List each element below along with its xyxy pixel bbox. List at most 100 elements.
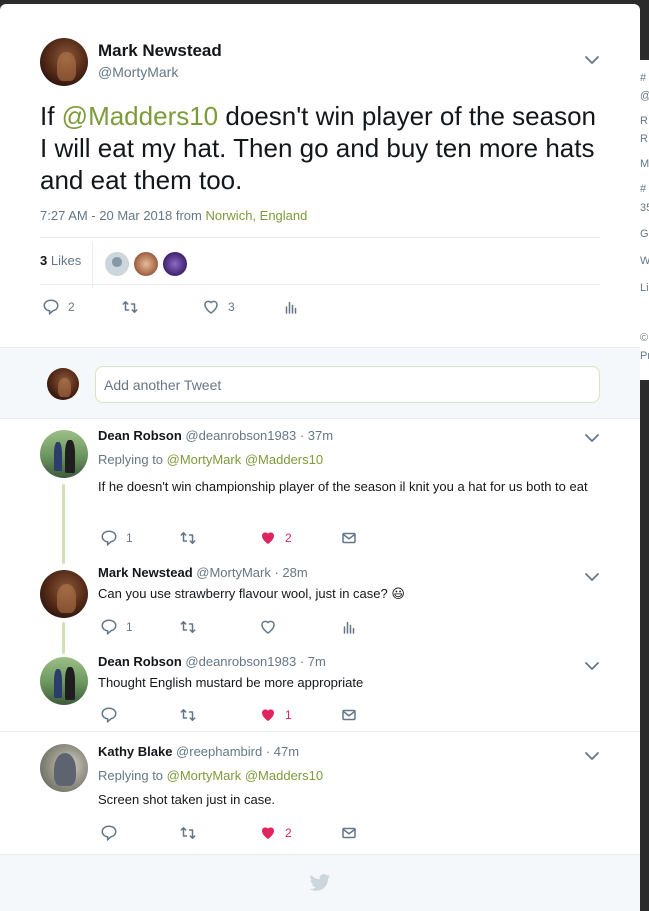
reply-author-name: Dean Robson <box>98 428 182 443</box>
analytics-button[interactable] <box>282 298 300 316</box>
reply-avatar[interactable] <box>40 657 88 705</box>
envelope-icon <box>342 709 356 721</box>
replying-prefix: Replying to <box>98 768 167 783</box>
likes-label: Likes <box>47 253 82 268</box>
reply-avatar[interactable] <box>40 744 88 792</box>
reply-text: Can you use strawberry flavour wool, jus… <box>98 586 405 601</box>
mention-link[interactable]: @Madders10 <box>62 101 218 131</box>
bg-letter: © <box>640 332 649 344</box>
bg-letter: G <box>640 228 649 240</box>
author-name[interactable]: Mark Newstead <box>98 41 222 61</box>
bg-letter: R <box>640 133 648 145</box>
add-tweet-input[interactable]: Add another Tweet <box>95 366 600 403</box>
bg-letter: @ <box>640 90 649 102</box>
reply-icon <box>101 825 117 842</box>
thread-connector <box>62 622 65 654</box>
author-avatar[interactable] <box>40 38 88 86</box>
chevron-down-icon[interactable] <box>584 658 600 674</box>
bg-letter: R <box>640 115 648 127</box>
reply-button[interactable] <box>100 706 118 724</box>
liker-avatar[interactable] <box>134 252 158 276</box>
divider <box>40 237 600 238</box>
like-count: 2 <box>285 826 292 840</box>
chevron-down-icon[interactable] <box>584 748 600 764</box>
message-button[interactable] <box>340 824 358 842</box>
reply-author[interactable]: Dean Robson @deanrobson1983 · 37m <box>98 428 333 443</box>
like-button[interactable]: 2 <box>259 529 292 547</box>
reply-button[interactable]: 1 <box>100 529 133 547</box>
chevron-down-icon[interactable] <box>584 569 600 585</box>
reply-author[interactable]: Dean Robson @deanrobson1983 · 7m <box>98 654 326 669</box>
like-button[interactable] <box>259 618 277 636</box>
heart-filled-icon <box>262 532 274 544</box>
divider <box>40 284 600 285</box>
like-count: 1 <box>285 708 292 722</box>
reply-count: 1 <box>126 531 133 545</box>
bg-letter: Pr <box>640 350 649 362</box>
message-button[interactable] <box>340 706 358 724</box>
message-button[interactable] <box>340 529 358 547</box>
analytics-button[interactable] <box>340 618 358 636</box>
like-count: 3 <box>228 300 235 314</box>
bg-letter: # <box>640 72 647 84</box>
tweet-location[interactable]: Norwich, England <box>205 208 307 223</box>
reply-icon <box>101 530 117 547</box>
heart-icon <box>204 300 218 314</box>
analytics-icon <box>343 621 355 634</box>
reply-text: If he doesn't win championship player of… <box>98 479 588 494</box>
reply-author-handle: @MortyMark · 28m <box>196 565 308 580</box>
liker-avatar[interactable] <box>163 252 187 276</box>
reply-button[interactable] <box>100 824 118 842</box>
envelope-icon <box>342 532 356 544</box>
likes-count[interactable]: 3 Likes <box>40 253 81 268</box>
retweet-button[interactable] <box>121 298 139 316</box>
reply-avatar[interactable] <box>40 430 88 478</box>
reply-icon <box>101 619 117 636</box>
reply-author-name: Mark Newstead <box>98 565 193 580</box>
reply-button[interactable]: 1 <box>100 618 133 636</box>
modal-footer <box>0 854 640 911</box>
bg-letter: # <box>640 183 647 195</box>
reply-avatar[interactable] <box>40 570 88 618</box>
reply-icon <box>101 707 117 724</box>
tweet-text-start: If <box>40 101 62 131</box>
retweet-icon <box>180 621 196 633</box>
chevron-down-icon[interactable] <box>584 52 600 68</box>
retweet-icon <box>180 532 196 544</box>
like-button[interactable]: 3 <box>202 298 235 316</box>
reply-text: Thought English mustard be more appropri… <box>98 675 364 690</box>
tweet-text: If @Madders10 doesn't win player of the … <box>40 100 610 196</box>
retweet-button[interactable] <box>179 706 197 724</box>
tweet-timestamp[interactable]: 7:27 AM - 20 Mar 2018 from <box>40 208 205 223</box>
reply-icon <box>43 299 59 316</box>
retweet-icon <box>180 827 196 839</box>
liker-avatar[interactable] <box>105 252 129 276</box>
replying-prefix: Replying to <box>98 452 167 467</box>
like-button[interactable]: 2 <box>259 824 292 842</box>
reply-author[interactable]: Mark Newstead @MortyMark · 28m <box>98 565 308 580</box>
heart-filled-icon <box>262 827 274 839</box>
divider <box>92 242 93 288</box>
retweet-icon <box>122 301 138 313</box>
chevron-down-icon[interactable] <box>584 430 600 446</box>
retweet-button[interactable] <box>179 529 197 547</box>
bg-letter: 35 <box>640 202 649 214</box>
replying-to-mentions[interactable]: @MortyMark @Madders10 <box>167 452 323 467</box>
tweet-meta: 7:27 AM - 20 Mar 2018 from Norwich, Engl… <box>40 208 307 223</box>
replying-to-mentions[interactable]: @MortyMark @Madders10 <box>167 768 323 783</box>
reply-author-name: Dean Robson <box>98 654 182 669</box>
compose-bar: Add another Tweet <box>0 347 640 419</box>
retweet-icon <box>180 709 196 721</box>
retweet-button[interactable] <box>179 824 197 842</box>
envelope-icon <box>342 827 356 839</box>
author-handle[interactable]: @MortyMark <box>98 64 178 80</box>
reply-author[interactable]: Kathy Blake @reephambird · 47m <box>98 744 299 759</box>
retweet-button[interactable] <box>179 618 197 636</box>
reply-text: Screen shot taken just in case. <box>98 792 276 807</box>
replying-to: Replying to @MortyMark @Madders10 <box>98 768 323 783</box>
reply-button[interactable]: 2 <box>42 298 75 316</box>
reply-author-name: Kathy Blake <box>98 744 173 759</box>
reply-author-handle: @deanrobson1983 · 7m <box>185 654 326 669</box>
tweet-modal: Mark Newstead @MortyMark If @Madders10 d… <box>0 4 640 911</box>
like-button[interactable]: 1 <box>259 706 292 724</box>
